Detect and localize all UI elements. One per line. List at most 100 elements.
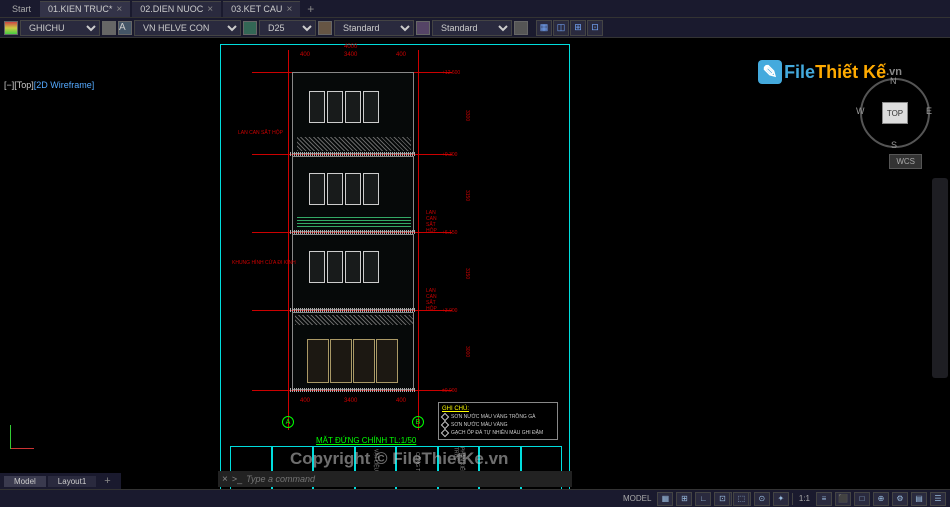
note-item: SƠN NƯỚC MÀU VÀNG TRỒNG GÀ [451, 414, 535, 420]
model-space-button[interactable]: MODEL [620, 494, 654, 503]
command-line[interactable]: × >_ [218, 471, 572, 487]
dim-text: 4000 [344, 44, 357, 50]
dim-text: 3000 [464, 346, 470, 357]
logo-text: File [784, 62, 815, 83]
notes-title: GHI CHÚ: [442, 406, 554, 412]
ucs-icon [10, 419, 40, 449]
viewport-controls[interactable]: [−][Top][2D Wireframe] [4, 80, 94, 90]
viewcube-face[interactable]: TOP [882, 102, 908, 124]
status-btn[interactable]: ⬛ [835, 492, 851, 506]
properties-toolbar: GHICHU A VN HELVE CON D25 Standard Stand… [0, 18, 950, 38]
dim-text: 400 [300, 398, 310, 404]
compass-s[interactable]: S [891, 140, 897, 150]
add-tab-button[interactable]: + [301, 2, 320, 16]
dim-text: 3300 [464, 110, 470, 121]
command-prompt-icon: >_ [232, 474, 242, 484]
status-btn-grid[interactable]: ▦ [657, 492, 673, 506]
command-area: × >_ [218, 471, 572, 487]
layer-select[interactable]: GHICHU [20, 20, 100, 36]
document-tab-3[interactable]: 03.KET CAU × [223, 1, 300, 17]
annotation: KHUNG HÌNH CỬA ĐI KÍNH [232, 260, 296, 266]
dimstyle-icon [243, 21, 257, 35]
status-btn[interactable]: ▤ [911, 492, 927, 506]
model-tab[interactable]: Model [4, 476, 46, 487]
misc-icon[interactable] [514, 21, 528, 35]
compass-e[interactable]: E [926, 106, 932, 116]
visual-style-label[interactable]: [2D Wireframe] [34, 80, 95, 90]
dim-text: 3150 [464, 190, 470, 201]
level-marker: +12.600 [442, 70, 460, 76]
navigation-bar[interactable] [932, 178, 948, 378]
document-tab-1[interactable]: 01.KIEN TRUC* × [40, 1, 130, 17]
status-btn-osnap[interactable]: ⬚ [733, 492, 749, 506]
logo-text: Thiết Kế [815, 62, 886, 83]
status-btn[interactable]: ✦ [773, 492, 789, 506]
status-bar: MODEL ▦ ⊞ ∟ ⊡ ⬚ ┼ ◫ ⊙ ✦ 1:1 ≡ ⬛ □ ⊕ ⚙ ▤ … [0, 489, 950, 507]
annotation: LAN CAN SẮT HỘP [238, 130, 283, 136]
customization-button[interactable]: ☰ [930, 492, 946, 506]
toolbar-btn-1[interactable]: ▦ [536, 20, 552, 36]
dim-text: 400 [396, 398, 406, 404]
annotation: LAN CAN SẮT HỘP [426, 210, 437, 234]
status-btn-polar[interactable]: ⊡ [714, 492, 730, 506]
dim-text: 3400 [344, 398, 357, 404]
tab-label: 03.KET CAU [231, 4, 282, 14]
status-btn-ortho[interactable]: ∟ [695, 492, 711, 506]
building-elevation: 400 3400 400 4000 [292, 60, 414, 420]
toolbar-btn-3[interactable]: ⊞ [570, 20, 586, 36]
document-tab-2[interactable]: 02.DIEN NUOC × [132, 1, 221, 17]
note-item: SƠN NƯỚC MÀU VÀNG [451, 422, 507, 428]
dim-text: 400 [396, 52, 406, 58]
dim-text: 3150 [464, 268, 470, 279]
level-marker: ±0.000 [442, 388, 457, 394]
close-icon[interactable]: × [222, 474, 228, 485]
document-tab-bar: Start 01.KIEN TRUC* × 02.DIEN NUOC × 03.… [0, 0, 950, 18]
status-btn[interactable]: ⊙ [754, 492, 770, 506]
wcs-label[interactable]: WCS [889, 154, 922, 169]
tablestyle-icon [318, 21, 332, 35]
command-input[interactable] [246, 474, 568, 484]
drawing-canvas[interactable]: [−][Top][2D Wireframe] 400 3400 400 4000 [0, 38, 950, 489]
status-btn[interactable]: ⊕ [873, 492, 889, 506]
level-marker: +9.300 [442, 152, 457, 158]
note-item: GẠCH ỐP ĐÁ TỰ NHIÊN MÀU GHI ĐẬM [451, 430, 543, 436]
close-icon[interactable]: × [207, 4, 213, 15]
status-btn-snap[interactable]: ⊞ [676, 492, 692, 506]
add-layout-button[interactable]: + [98, 475, 116, 487]
close-icon[interactable]: × [286, 4, 292, 15]
tab-label: 02.DIEN NUOC [140, 4, 203, 14]
layout-tabs: Model Layout1 + [0, 473, 121, 489]
tablestyle1-select[interactable]: Standard [334, 20, 414, 36]
tablestyle2-select[interactable]: Standard [432, 20, 512, 36]
textstyle-icon: A [118, 21, 132, 35]
drawing-content: 400 3400 400 4000 [220, 44, 570, 489]
logo-icon: ✎ [758, 60, 782, 84]
drawing-title: MẶT ĐỨNG CHÍNH TL:1/50 [316, 436, 416, 445]
tablestyle2-icon [416, 21, 430, 35]
match-props-icon[interactable] [102, 21, 116, 35]
annotation-scale[interactable]: 1:1 [796, 494, 813, 503]
status-btn[interactable]: ≡ [816, 492, 832, 506]
toolbar-btn-4[interactable]: ⊡ [587, 20, 603, 36]
start-tab[interactable]: Start [4, 4, 39, 14]
dimstyle-select[interactable]: D25 [259, 20, 316, 36]
layout-tab[interactable]: Layout1 [48, 476, 96, 487]
axis-bubble: B [412, 416, 424, 428]
textstyle-select[interactable]: VN HELVE CON [134, 20, 241, 36]
layer-icon [4, 21, 18, 35]
status-btn[interactable]: □ [854, 492, 870, 506]
level-marker: +3.000 [442, 308, 457, 314]
dim-text: 400 [300, 52, 310, 58]
watermark-logo: ✎ File Thiết Kế .vn [758, 60, 902, 84]
notes-box: GHI CHÚ: SƠN NƯỚC MÀU VÀNG TRỒNG GÀ SƠN … [438, 402, 558, 440]
status-btn[interactable]: ⚙ [892, 492, 908, 506]
axis-bubble: A [282, 416, 294, 428]
dim-text: 3400 [344, 52, 357, 58]
viewcube[interactable]: N S E W TOP [860, 78, 930, 148]
toolbar-btn-2[interactable]: ◫ [553, 20, 569, 36]
viewport-label[interactable]: [−][Top] [4, 80, 34, 90]
tab-label: 01.KIEN TRUC* [48, 4, 112, 14]
close-icon[interactable]: × [116, 4, 122, 15]
level-marker: +6.150 [442, 230, 457, 236]
compass-w[interactable]: W [856, 106, 865, 116]
